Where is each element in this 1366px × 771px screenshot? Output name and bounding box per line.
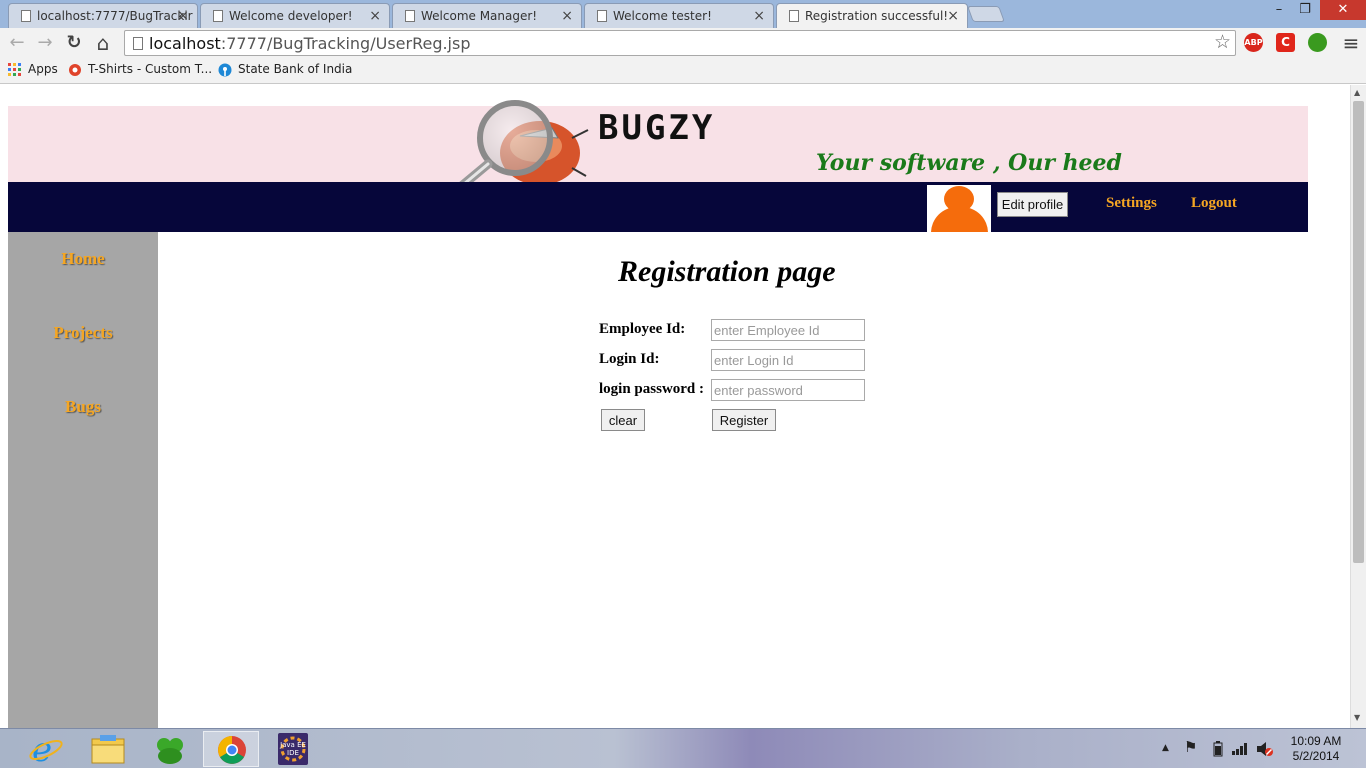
bookmark-tshirts[interactable]: T-Shirts - Custom T... bbox=[68, 62, 212, 76]
page-viewport: BUGZY Your software , Our heed Edit prof… bbox=[0, 85, 1350, 728]
sidebar-item-home[interactable]: Home bbox=[8, 249, 158, 269]
employee-id-label: Employee Id: bbox=[599, 321, 686, 337]
c-extension-icon[interactable]: C bbox=[1276, 33, 1295, 52]
system-clock[interactable]: 10:09 AM 5/2/2014 bbox=[1284, 734, 1348, 764]
employee-id-input[interactable] bbox=[711, 319, 865, 341]
minimize-icon[interactable]: – bbox=[1266, 0, 1292, 20]
bookmark-label: T-Shirts - Custom T... bbox=[88, 62, 213, 76]
brand-title: BUGZY bbox=[598, 108, 716, 148]
page-icon bbox=[21, 10, 31, 22]
back-icon[interactable]: ← bbox=[6, 32, 28, 54]
forward-icon[interactable]: → bbox=[34, 32, 56, 54]
java-ee-ide-icon[interactable]: Java EE IDE bbox=[265, 731, 321, 767]
page-icon bbox=[213, 10, 223, 22]
page-scrollbar[interactable]: ▲ ▼ bbox=[1350, 85, 1366, 728]
url-path: :7777/BugTracking/UserReg.jsp bbox=[220, 34, 471, 53]
page-icon bbox=[789, 10, 799, 22]
svg-text:IDE: IDE bbox=[287, 749, 299, 757]
avatar-head bbox=[944, 186, 974, 212]
scrollbar-thumb[interactable] bbox=[1353, 101, 1364, 563]
chrome-icon[interactable] bbox=[203, 731, 259, 767]
file-explorer-icon[interactable] bbox=[80, 731, 136, 767]
battery-icon[interactable] bbox=[1213, 741, 1223, 757]
clock-time: 10:09 AM bbox=[1290, 734, 1342, 748]
tab-title: localhost:7777/BugTrackir bbox=[37, 9, 193, 23]
green-extension-icon[interactable] bbox=[1308, 33, 1327, 52]
tshirt-site-icon bbox=[69, 64, 81, 76]
url-host: localhost bbox=[149, 34, 221, 53]
bookmark-label: State Bank of India bbox=[238, 62, 353, 76]
tab-close-icon[interactable]: × bbox=[561, 8, 573, 24]
brand-tagline: Your software , Our heed bbox=[816, 150, 1122, 176]
browser-toolbar: ← → ↻ ⌂ localhost:7777/BugTracking/UserR… bbox=[0, 28, 1366, 58]
page-icon bbox=[597, 10, 607, 22]
clock-date: 5/2/2014 bbox=[1292, 749, 1340, 763]
sbi-icon bbox=[218, 63, 232, 77]
scroll-down-icon[interactable]: ▼ bbox=[1354, 713, 1360, 722]
restore-icon[interactable]: ❐ bbox=[1292, 0, 1318, 20]
tab-title: Welcome developer! bbox=[229, 9, 353, 23]
browser-tab[interactable]: localhost:7777/BugTrackir × bbox=[8, 3, 198, 28]
address-bar[interactable]: localhost:7777/BugTracking/UserReg.jsp ☆ bbox=[124, 30, 1236, 56]
bookmark-label: Apps bbox=[28, 62, 58, 76]
tab-title: Registration successful! bbox=[805, 9, 949, 23]
window-close-icon[interactable]: ✕ bbox=[1320, 0, 1366, 20]
action-center-flag-icon[interactable]: ⚑ bbox=[1184, 738, 1197, 756]
register-button[interactable]: Register bbox=[712, 409, 776, 431]
browser-tab-active[interactable]: Registration successful! × bbox=[776, 3, 968, 29]
browser-tab[interactable]: Welcome Manager! × bbox=[392, 3, 582, 28]
url-text: localhost:7777/BugTracking/UserReg.jsp bbox=[149, 34, 471, 53]
chrome-menu-icon[interactable]: ≡ bbox=[1340, 32, 1362, 54]
home-icon[interactable]: ⌂ bbox=[92, 32, 114, 54]
login-id-input[interactable] bbox=[711, 349, 865, 371]
browser-tab[interactable]: Welcome tester! × bbox=[584, 3, 774, 28]
signal-icon[interactable] bbox=[1232, 742, 1250, 755]
show-hidden-icons[interactable]: ▲ bbox=[1162, 743, 1169, 753]
bookmarks-bar: Apps T-Shirts - Custom T... State Bank o… bbox=[0, 58, 1366, 84]
password-input[interactable] bbox=[711, 379, 865, 401]
volume-muted-icon[interactable] bbox=[1256, 741, 1274, 757]
tab-close-icon[interactable]: × bbox=[369, 8, 381, 24]
new-tab-button[interactable] bbox=[967, 6, 1005, 22]
user-avatar-icon[interactable] bbox=[927, 185, 991, 232]
windows-taskbar: e Java EE IDE ▲ ⚑ 10:09 AM 5/2/2014 bbox=[0, 728, 1366, 770]
browser-tab[interactable]: Welcome developer! × bbox=[200, 3, 390, 28]
bookmark-sbi[interactable]: State Bank of India bbox=[218, 62, 353, 77]
svg-text:Java EE: Java EE bbox=[279, 741, 306, 749]
tab-close-icon[interactable]: × bbox=[947, 8, 959, 24]
page-icon bbox=[133, 37, 143, 50]
tab-close-icon[interactable]: × bbox=[177, 8, 189, 24]
browser-titlebar: localhost:7777/BugTrackir × Welcome deve… bbox=[0, 0, 1366, 29]
edit-profile-button[interactable]: Edit profile bbox=[997, 192, 1068, 217]
page-title: Registration page bbox=[618, 255, 836, 288]
password-label: login password : bbox=[599, 381, 705, 397]
top-navbar: Edit profile Settings Logout bbox=[8, 182, 1308, 232]
abp-icon[interactable]: ABP bbox=[1244, 33, 1263, 52]
logout-link[interactable]: Logout bbox=[1191, 195, 1237, 212]
apps-grid-icon bbox=[8, 63, 21, 76]
green-app-icon[interactable] bbox=[142, 731, 198, 767]
reload-icon[interactable]: ↻ bbox=[63, 32, 85, 54]
site-header: BUGZY Your software , Our heed bbox=[8, 100, 1308, 198]
page-icon bbox=[405, 10, 415, 22]
internet-explorer-icon[interactable]: e bbox=[18, 730, 74, 770]
tab-close-icon[interactable]: × bbox=[753, 8, 765, 24]
scroll-up-icon[interactable]: ▲ bbox=[1354, 88, 1360, 97]
sidebar-item-bugs[interactable]: Bugs bbox=[8, 397, 158, 417]
bookmark-apps[interactable]: Apps bbox=[8, 62, 58, 76]
tab-title: Welcome Manager! bbox=[421, 9, 538, 23]
bookmark-star-icon[interactable]: ☆ bbox=[1214, 31, 1231, 53]
sidebar-item-projects[interactable]: Projects bbox=[8, 323, 158, 343]
login-id-label: Login Id: bbox=[599, 351, 660, 367]
clear-button[interactable]: clear bbox=[601, 409, 645, 431]
sidebar: Home Projects Bugs bbox=[8, 232, 158, 728]
tab-title: Welcome tester! bbox=[613, 9, 712, 23]
settings-link[interactable]: Settings bbox=[1106, 195, 1157, 212]
